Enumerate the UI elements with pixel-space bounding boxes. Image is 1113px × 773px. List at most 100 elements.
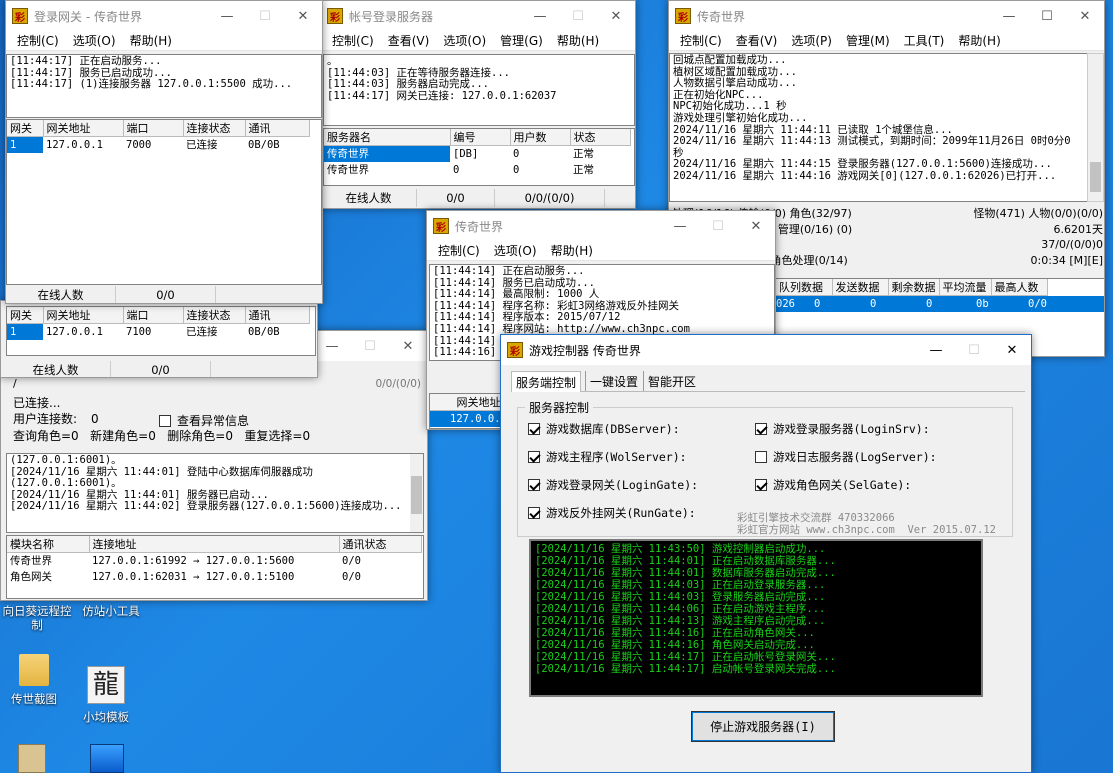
column-header[interactable]: 网关 <box>7 120 44 137</box>
logingate-check[interactable]: 游戏登录网关(LoginGate): <box>528 477 698 493</box>
column-header[interactable]: 连接状态 <box>183 307 246 324</box>
wolserver-check[interactable]: 游戏主程序(WolServer): <box>528 449 687 465</box>
column-header[interactable]: 连接地址 <box>89 536 340 553</box>
maximize-icon[interactable]: ☐ <box>1028 1 1066 31</box>
column-header[interactable]: 最高人数 <box>991 279 1048 296</box>
table-row[interactable]: 传奇世界 127.0.0.1:61992 → 127.0.0.1:5600 0/0 <box>7 553 421 569</box>
menu-options[interactable]: 选项(O) <box>487 242 544 259</box>
column-header[interactable]: 用户数 <box>510 129 571 146</box>
column-header[interactable]: 通讯 <box>245 307 310 324</box>
minimize-icon[interactable]: — <box>917 335 955 365</box>
column-header[interactable]: 连接状态 <box>183 120 246 137</box>
minimize-icon[interactable]: — <box>521 1 559 31</box>
close-icon[interactable]: ✕ <box>1066 1 1104 31</box>
tab-one-click-settings[interactable]: 一键设置 <box>585 371 642 391</box>
minimize-icon[interactable]: — <box>990 1 1028 31</box>
menu-help[interactable]: 帮助(H) <box>951 32 1007 49</box>
maximize-icon[interactable]: ☐ <box>351 331 389 361</box>
close-icon[interactable]: ✕ <box>737 211 775 241</box>
table-row[interactable]: 1 127.0.0.1 7100 已连接 0B/0B <box>7 323 309 340</box>
column-header[interactable]: 队列数据 <box>776 279 833 296</box>
column-header[interactable]: 状态 <box>570 129 631 146</box>
gate-table[interactable]: 网关 网关地址 端口 连接状态 通讯 1 127.0.0.1 7100 已连接 0B/0B <box>6 306 316 356</box>
title-bar[interactable]: 彩 帐号登录服务器 — ☐ ✕ <box>321 1 635 31</box>
menu-options[interactable]: 选项(P) <box>784 32 839 49</box>
menu-control[interactable]: 控制(C) <box>325 32 381 49</box>
minimize-icon[interactable]: — <box>208 1 246 31</box>
logserver-check[interactable]: 游戏日志服务器(LogServer): <box>755 449 937 465</box>
menu-help[interactable]: 帮助(H) <box>123 32 179 49</box>
column-header[interactable]: 发送数据 <box>832 279 889 296</box>
column-header[interactable]: 网关 <box>7 307 44 324</box>
maximize-icon[interactable]: ☐ <box>246 1 284 31</box>
menu-view[interactable]: 查看(V) <box>381 32 437 49</box>
tab-server-control[interactable]: 服务端控制 <box>511 371 582 392</box>
maximize-icon[interactable]: ☐ <box>955 335 993 365</box>
menu-control[interactable]: 控制(C) <box>10 32 66 49</box>
menu-control[interactable]: 控制(C) <box>673 32 729 49</box>
column-header[interactable]: 编号 <box>450 129 511 146</box>
desktop-icon-site-tool[interactable]: 仿站小工具 <box>76 604 146 618</box>
checkbox[interactable] <box>755 451 767 463</box>
controller-log[interactable]: [2024/11/16 星期六 11:43:50] 游戏控制器启动成功... [… <box>529 539 983 697</box>
server-log[interactable]: 回城点配置加载成功... 植树区域配置加载成功... 人物数据引擎启动成功...… <box>669 53 1089 202</box>
column-header[interactable]: 网关地址 <box>430 394 505 411</box>
log-scrollbar[interactable] <box>410 454 423 532</box>
checkbox[interactable] <box>755 423 767 435</box>
db-log[interactable]: (127.0.0.1:6001)。 [2024/11/16 星期六 11:44:… <box>6 453 424 533</box>
minimize-icon[interactable]: — <box>661 211 699 241</box>
table-row[interactable]: 传奇世界 [DB] 0 正常 <box>324 145 630 162</box>
server-list-table[interactable]: 服务器名 编号 用户数 状态 传奇世界 [DB] 0 正常 传奇世界 0 0 正常 <box>323 128 635 186</box>
selgate-check[interactable]: 游戏角色网关(SelGate): <box>755 477 911 493</box>
computer-icon[interactable] <box>90 744 124 773</box>
menu-manage[interactable]: 管理(G) <box>493 32 550 49</box>
menu-view[interactable]: 查看(V) <box>729 32 785 49</box>
tab-smart-open[interactable]: 智能开区 <box>643 371 700 391</box>
column-header[interactable]: 模块名称 <box>7 536 90 553</box>
close-icon[interactable]: ✕ <box>597 1 635 31</box>
menu-help[interactable]: 帮助(H) <box>550 32 606 49</box>
column-header[interactable]: 网关地址 <box>43 120 124 137</box>
maximize-icon[interactable]: ☐ <box>699 211 737 241</box>
column-header[interactable]: 剩余数据 <box>888 279 940 296</box>
minimize-icon[interactable]: — <box>313 331 351 361</box>
menu-tools[interactable]: 工具(T) <box>897 32 952 49</box>
table-row[interactable]: 1 127.0.0.1 7000 已连接 0B/0B <box>7 136 309 153</box>
desktop-file-icon[interactable] <box>18 744 46 773</box>
login-log[interactable]: 。 [11:44:03] 正在等待服务器连接... [11:44:03] 服务器… <box>323 54 635 126</box>
column-header[interactable]: 端口 <box>123 307 184 324</box>
menu-manage[interactable]: 管理(M) <box>839 32 897 49</box>
column-header[interactable]: 网关地址 <box>43 307 124 324</box>
table-row[interactable]: 127.0.0. <box>430 410 504 427</box>
module-table[interactable]: 模块名称 连接地址 通讯状态 传奇世界 127.0.0.1:61992 → 127.0… <box>6 535 424 599</box>
close-icon[interactable]: ✕ <box>993 335 1031 365</box>
column-header[interactable]: 平均流量 <box>939 279 992 296</box>
close-icon[interactable]: ✕ <box>389 331 427 361</box>
column-header[interactable]: 端口 <box>123 120 184 137</box>
title-bar[interactable]: 彩 传奇世界 — ☐ ✕ <box>669 1 1104 31</box>
log-scrollbar[interactable] <box>1087 53 1104 202</box>
title-bar[interactable]: 彩 传奇世界 — ☐ ✕ <box>427 211 775 241</box>
maximize-icon[interactable]: ☐ <box>559 1 597 31</box>
column-header[interactable]: 通讯状态 <box>339 536 422 553</box>
menu-options[interactable]: 选项(O) <box>66 32 123 49</box>
dbserver-check[interactable]: 游戏数据库(DBServer): <box>528 421 680 437</box>
table-row[interactable]: 传奇世界 0 0 正常 <box>324 162 630 178</box>
abnormal-info-checkbox[interactable] <box>159 414 171 427</box>
checkbox[interactable] <box>528 507 540 519</box>
table-row[interactable]: 角色网关 127.0.0.1:62031 → 127.0.0.1:5100 0/0 <box>7 569 421 585</box>
scrollbar-thumb[interactable] <box>1090 162 1101 192</box>
menu-help[interactable]: 帮助(H) <box>544 242 600 259</box>
desktop-icon-sunlogin[interactable]: 向日葵远程控制 <box>0 604 74 632</box>
column-header[interactable]: 服务器名 <box>324 129 451 146</box>
loginsrv-check[interactable]: 游戏登录服务器(LoginSrv): <box>755 421 930 437</box>
column-header[interactable]: 通讯 <box>245 120 310 137</box>
stop-game-server-button[interactable]: 停止游戏服务器(I) <box>691 711 835 742</box>
menu-options[interactable]: 选项(O) <box>436 32 493 49</box>
checkbox[interactable] <box>755 479 767 491</box>
checkbox[interactable] <box>528 479 540 491</box>
title-bar[interactable]: 彩 游戏控制器 传奇世界 — ☐ ✕ <box>501 335 1031 365</box>
checkbox[interactable] <box>528 451 540 463</box>
title-bar[interactable]: 彩 登录网关 - 传奇世界 — ☐ ✕ <box>6 1 322 31</box>
gate-table[interactable]: 网关 网关地址 端口 连接状态 通讯 1 127.0.0.1 7000 已连接 0B/0B <box>6 119 322 285</box>
